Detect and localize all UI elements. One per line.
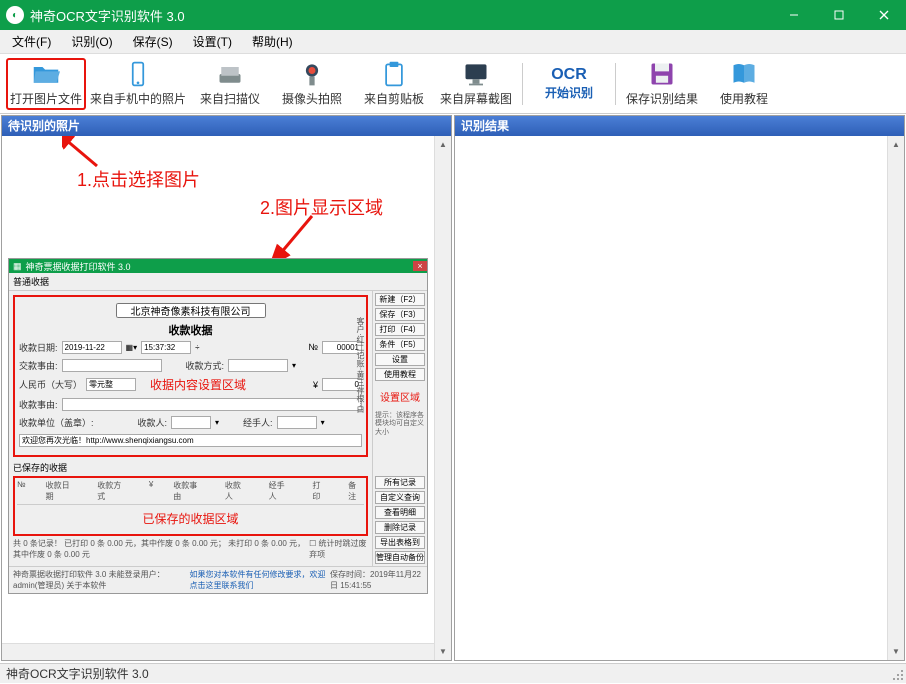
main-panels: 待识别的照片 1.点击选择图片 2.图片显示区域 ▦ 神奇票据收据打印软件 3.… [0, 114, 906, 662]
from-screenshot-label: 来自屏幕截图 [440, 90, 512, 107]
app-icon: ◐ [6, 6, 24, 24]
date-label: 收款日期: [19, 341, 58, 354]
date-input[interactable] [62, 341, 122, 354]
company-input[interactable] [116, 303, 266, 318]
camera-icon [298, 60, 326, 88]
start-recognize-label: 开始识别 [545, 84, 593, 101]
window-title: 神奇OCR文字识别软件 3.0 [30, 6, 185, 25]
side-note: 提示：该程序各模块均可自定义大小 [375, 412, 425, 437]
inner-window: ▦ 神奇票据收据打印软件 3.0 × 普通收据 收款收据 收款日期: ▦▾ [8, 258, 428, 594]
pay-method-label: 收款方式: [186, 359, 225, 372]
statusbar: 神奇OCR文字识别软件 3.0 [0, 663, 906, 683]
left-panel-body: 1.点击选择图片 2.图片显示区域 ▦ 神奇票据收据打印软件 3.0 × 普通收… [2, 136, 451, 660]
unit-label: 收款单位（盖章）: [19, 416, 94, 429]
no-label: № [308, 342, 318, 352]
inner-sidebar: 新建（F2） 保存（F3） 打印（F4） 条件（F5） 设置 使用教程 设置区域… [372, 291, 427, 566]
toolbar-divider [615, 63, 616, 105]
side-btn-save[interactable]: 保存（F3） [375, 308, 425, 321]
right-scrollbar[interactable]: ▲▼ [887, 136, 904, 660]
saved-columns: №收款日期收款方式¥收款事由收款人经手人打印备注 [17, 480, 364, 505]
inner-tab[interactable]: 普通收据 [9, 273, 427, 291]
menubar: 文件(F) 识别(O) 保存(S) 设置(T) 帮助(H) [0, 30, 906, 54]
inner-titlebar: ▦ 神奇票据收据打印软件 3.0 × [9, 259, 427, 273]
clipboard-icon [380, 60, 408, 88]
minimize-button[interactable] [771, 0, 816, 30]
close-button[interactable] [861, 0, 906, 30]
from-scanner-button[interactable]: 来自扫描仪 [190, 58, 270, 110]
open-image-label: 打开图片文件 [10, 90, 82, 107]
start-recognize-button[interactable]: OCR 开始识别 [529, 58, 609, 110]
saved-area-box: №收款日期收款方式¥收款事由收款人经手人打印备注 已保存的收据区域 [13, 476, 368, 536]
saved-right-btns: 所有记录 自定义查询 查看明细 删除记录 导出表格到Excel 管理自动备份 [375, 476, 425, 564]
receipt-title: 收款收据 [19, 320, 362, 340]
book-icon [730, 60, 758, 88]
arrow-annotation [62, 136, 342, 266]
save-icon [648, 60, 676, 88]
from-phone-button[interactable]: 来自手机中的照片 [88, 58, 188, 110]
from-camera-button[interactable]: 摄像头拍照 [272, 58, 352, 110]
ocr-icon: OCR [551, 66, 587, 84]
saved-area-label: 已保存的收据区域 [142, 510, 238, 527]
summary-text: 共 0 条记录！ 已打印 0 条 0.00 元，其中作废 0 条 0.00 元；… [13, 538, 309, 560]
reason-label: 收款事由: [19, 398, 58, 411]
save-result-button[interactable]: 保存识别结果 [622, 58, 702, 110]
toolbar-divider [522, 63, 523, 105]
left-scrollbar[interactable]: ▲▼ [434, 136, 451, 660]
monitor-icon [462, 60, 490, 88]
handler-label: 经手人: [243, 416, 273, 429]
folder-icon [32, 60, 60, 88]
tutorial-label: 使用教程 [720, 90, 768, 107]
from-phone-label: 来自手机中的照片 [90, 90, 186, 107]
left-scrollbar-h[interactable] [2, 643, 434, 660]
tutorial-button[interactable]: 使用教程 [704, 58, 784, 110]
vertical-text: 客户·红二记账·黄三存根·白 [354, 317, 364, 413]
left-panel-title: 待识别的照片 [2, 116, 451, 136]
titlebar: ◐ 神奇OCR文字识别软件 3.0 [0, 0, 906, 30]
save-result-label: 保存识别结果 [626, 90, 698, 107]
settings-area-label: 设置区域 [375, 389, 425, 404]
open-image-button[interactable]: 打开图片文件 [6, 58, 86, 110]
menu-file[interactable]: 文件(F) [8, 31, 55, 52]
from-scanner-label: 来自扫描仪 [200, 90, 260, 107]
menu-recognize[interactable]: 识别(O) [67, 31, 116, 52]
from-clipboard-button[interactable]: 来自剪贴板 [354, 58, 434, 110]
rmb-label: 人民币（大写） [19, 378, 82, 391]
side-btn-cond[interactable]: 条件（F5） [375, 338, 425, 351]
saved-title: 已保存的收据 [13, 461, 368, 474]
side-btn-tutorial[interactable]: 使用教程 [375, 368, 425, 381]
toolbar: 打开图片文件 来自手机中的照片 来自扫描仪 摄像头拍照 来自剪贴板 来自屏幕截图… [0, 54, 906, 114]
matter-input[interactable] [62, 359, 162, 372]
menu-help[interactable]: 帮助(H) [248, 31, 297, 52]
side-btn-new[interactable]: 新建（F2） [375, 293, 425, 306]
rmb-input[interactable] [86, 378, 136, 391]
time-input[interactable] [141, 341, 191, 354]
side-btn-settings[interactable]: 设置 [375, 353, 425, 366]
menu-settings[interactable]: 设置(T) [189, 31, 236, 52]
maximize-button[interactable] [816, 0, 861, 30]
side-btn-print[interactable]: 打印（F4） [375, 323, 425, 336]
collector-label: 收款人: [138, 416, 168, 429]
inner-title: 神奇票据收据打印软件 3.0 [26, 260, 131, 273]
from-clipboard-label: 来自剪贴板 [364, 90, 424, 107]
right-panel-title: 识别结果 [455, 116, 904, 136]
welcome-input[interactable] [19, 434, 362, 447]
phone-icon [124, 60, 152, 88]
from-camera-label: 摄像头拍照 [282, 90, 342, 107]
matter-label: 交款事由: [19, 359, 58, 372]
right-panel-body [455, 136, 904, 660]
resize-grip-icon[interactable] [892, 669, 904, 681]
status-text: 神奇OCR文字识别软件 3.0 [6, 667, 149, 681]
handler-input[interactable] [277, 416, 317, 429]
scanner-icon [216, 60, 244, 88]
content-area-label: 收据内容设置区域 [150, 376, 246, 393]
menu-save[interactable]: 保存(S) [129, 31, 177, 52]
inner-footer: 神奇票据收据打印软件 3.0 未能登录用户：admin(管理员) 关于本软件 如… [9, 566, 427, 593]
pay-method-input[interactable] [228, 359, 288, 372]
inner-close-button[interactable]: × [413, 261, 427, 271]
right-panel: 识别结果 ▲▼ [454, 115, 905, 661]
from-screenshot-button[interactable]: 来自屏幕截图 [436, 58, 516, 110]
collector-input[interactable] [171, 416, 211, 429]
reason-input[interactable] [62, 398, 362, 411]
left-panel: 待识别的照片 1.点击选择图片 2.图片显示区域 ▦ 神奇票据收据打印软件 3.… [1, 115, 452, 661]
